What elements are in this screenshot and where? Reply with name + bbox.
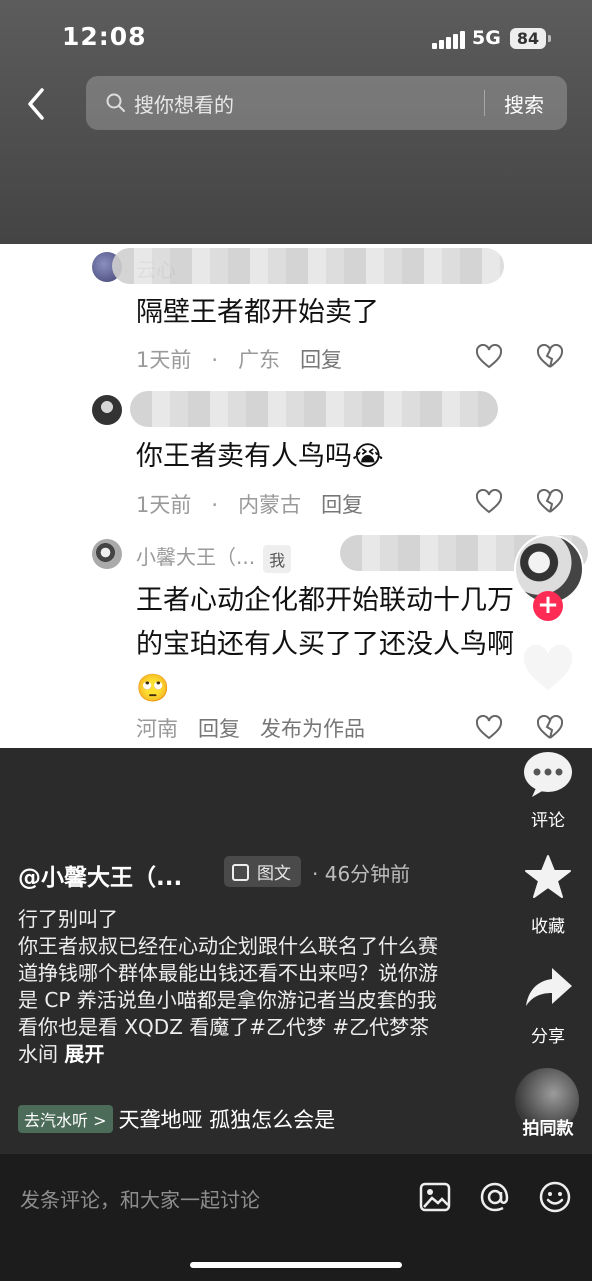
avatar[interactable]: [92, 395, 122, 425]
mosaic-blur: [112, 248, 504, 284]
dot-separator: ·: [211, 493, 219, 517]
top-header-area: 12:08 5G 84 搜你想看的 搜索: [0, 0, 592, 244]
music-title: 天聋地哑 孤独怎么会是: [118, 1108, 336, 1132]
comment-location: 广东: [238, 348, 281, 372]
comment-count-label[interactable]: 评论: [512, 806, 584, 831]
comment-time: 1天前: [136, 348, 192, 372]
dislike-broken-heart-icon[interactable]: [537, 489, 563, 515]
comment-location: 河南: [136, 717, 178, 741]
share-label[interactable]: 分享: [512, 1022, 584, 1047]
like-heart-icon[interactable]: [476, 344, 502, 370]
post-time: · 46分钟前: [312, 862, 411, 886]
comment-bubble-icon[interactable]: [522, 750, 574, 798]
comment-text: 王者心动企化都开始联动十几万的宝珀还有人买了了还没人鸟啊🙄: [136, 585, 514, 704]
mention-at-icon[interactable]: [478, 1180, 512, 1214]
comment-location: 内蒙古: [238, 493, 302, 517]
search-divider: [484, 90, 485, 116]
comment-input[interactable]: 发条评论，和大家一起讨论: [20, 1184, 260, 1213]
like-heart-icon[interactable]: [476, 489, 502, 515]
comment-meta: 1天前 · 内蒙古 回复: [136, 489, 383, 519]
search-input[interactable]: 搜你想看的: [134, 89, 234, 118]
reply-button[interactable]: 回复: [198, 717, 240, 741]
comment-time: 1天前: [136, 493, 192, 517]
star-favorite-icon[interactable]: [524, 854, 572, 900]
avatar[interactable]: [92, 539, 122, 569]
image-picker-icon[interactable]: [418, 1180, 452, 1214]
battery-icon: 84: [510, 28, 551, 49]
dot-separator: ·: [211, 348, 219, 372]
status-time: 12:08: [62, 22, 147, 51]
expand-button[interactable]: 展开: [64, 1042, 104, 1066]
share-arrow-icon[interactable]: [524, 966, 574, 1008]
post-type-tag: 图文: [224, 856, 301, 887]
same-style-label[interactable]: 拍同款: [512, 1114, 584, 1139]
comment-meta: 1天前 · 广东 回复: [136, 344, 362, 374]
like-heart-icon[interactable]: [476, 715, 502, 741]
comment-text: 隔壁王者都开始卖了: [136, 297, 379, 328]
comment-item: 云心 隔壁王者都开始卖了 1天前·广东回复: [0, 244, 592, 389]
dislike-broken-heart-icon[interactable]: [537, 344, 563, 370]
comment-username[interactable]: 小馨大王（... 我: [136, 541, 292, 573]
network-type: 5G: [472, 27, 501, 49]
back-arrow-icon[interactable]: [22, 86, 52, 122]
emoji-face-icon[interactable]: [538, 1180, 572, 1214]
post-author[interactable]: @小馨大王（...: [18, 858, 182, 892]
status-bar: 12:08 5G 84: [0, 0, 592, 80]
post-description[interactable]: 行了别叫了 你王者叔叔已经在心动企划跟什么联名了什么赛道挣钱哪个群体最能出钱还看…: [18, 906, 448, 1068]
comment-text: 你王者卖有人鸟吗😭: [136, 441, 384, 472]
image-text-icon: [232, 864, 249, 881]
publish-as-post-button[interactable]: 发布为作品: [260, 717, 365, 741]
home-indicator: [190, 1262, 402, 1268]
like-heart-icon[interactable]: [522, 645, 574, 693]
me-tag: 我: [263, 544, 292, 573]
search-bar[interactable]: 搜你想看的 搜索: [86, 76, 567, 130]
music-source-tag[interactable]: 去汽水听 >: [18, 1105, 113, 1133]
favorite-label[interactable]: 收藏: [512, 912, 584, 937]
mosaic-blur: [130, 391, 498, 427]
comment-username-text: 小馨大王（...: [136, 545, 256, 569]
music-row[interactable]: 去汽水听 > 天聋地哑 孤独怎么会是: [18, 1104, 335, 1134]
signal-icon: [432, 30, 467, 49]
follow-plus-button[interactable]: +: [533, 591, 563, 621]
post-type-text: 图文: [257, 864, 291, 884]
comment-item: 小馨大王（... 我 王者心动企化都开始联动十几万的宝珀还有人买了了还没人鸟啊🙄 …: [0, 535, 592, 748]
comment-meta: 河南 回复 发布为作品: [136, 713, 385, 743]
search-button[interactable]: 搜索: [504, 89, 544, 118]
comment-item: 你王者卖有人鸟吗😭 1天前 · 内蒙古 回复: [0, 389, 592, 539]
dislike-broken-heart-icon[interactable]: [537, 715, 563, 741]
reply-button[interactable]: 回复: [321, 493, 363, 517]
comment-screenshot-card: 云心 隔壁王者都开始卖了 1天前·广东回复 你王者卖有人鸟吗😭 1天前·内蒙古回…: [0, 244, 592, 748]
reply-button[interactable]: 回复: [300, 348, 342, 372]
search-icon: [106, 93, 125, 112]
